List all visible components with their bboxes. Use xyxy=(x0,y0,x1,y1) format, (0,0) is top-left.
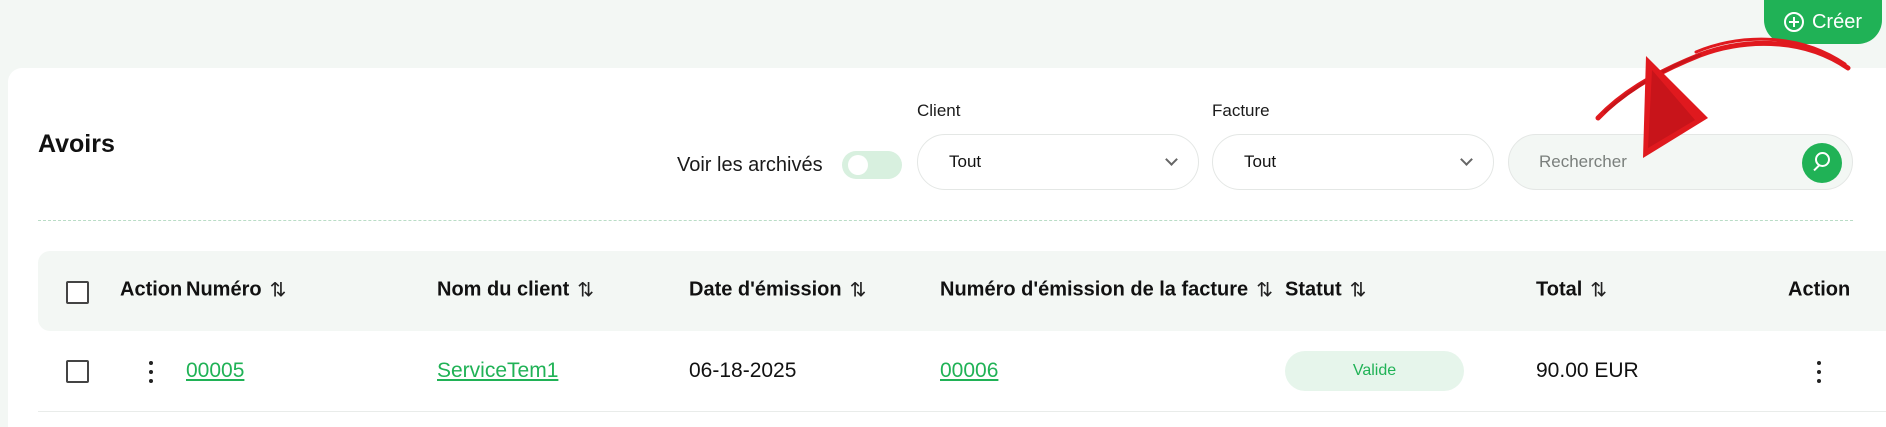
annotation-arrow-icon xyxy=(1595,37,1851,158)
